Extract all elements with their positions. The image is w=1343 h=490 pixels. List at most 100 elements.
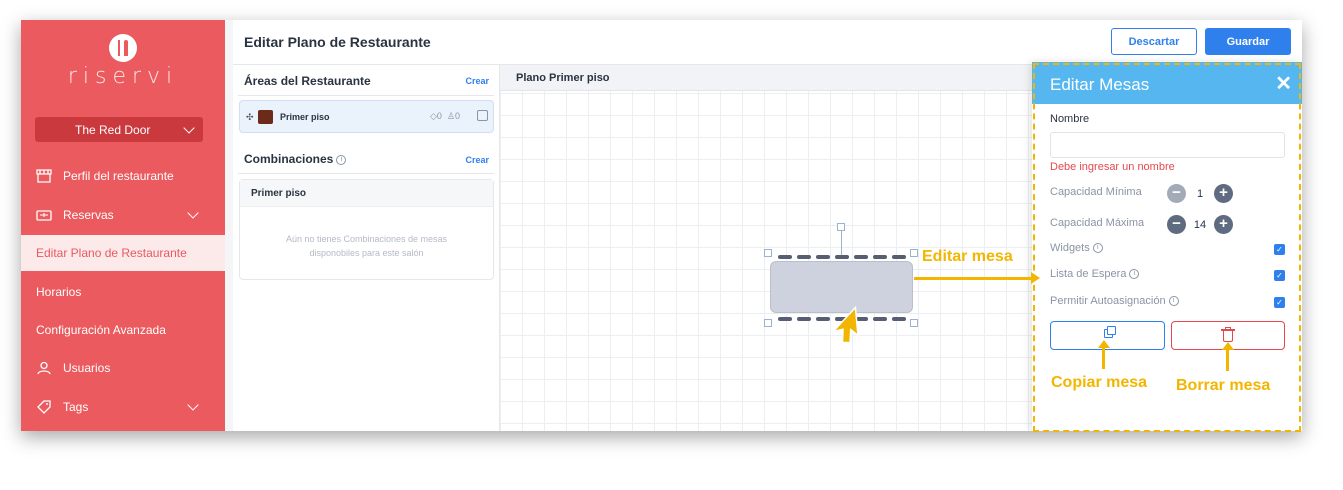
- combinations-empty-text: Aún no tienes Combinaciones de mesas dis…: [285, 234, 448, 258]
- waitlist-label-text: Lista de Espera: [1050, 268, 1127, 280]
- increment-button[interactable]: +: [1214, 215, 1233, 234]
- resize-handle[interactable]: [764, 319, 772, 327]
- widgets-label-text: Widgets: [1050, 242, 1090, 254]
- sidebar-item-schedules[interactable]: Horarios: [21, 274, 225, 310]
- name-error: Debe ingresar un nombre: [1050, 161, 1175, 173]
- sidebar-item-label: Horarios: [36, 285, 82, 299]
- sidebar: riservi The Red Door Perfil del restaura…: [21, 20, 225, 431]
- chevron-down-icon: [187, 207, 199, 219]
- autoassign-label-text: Permitir Autoasignación: [1050, 295, 1166, 307]
- table-count-icon: ◇: [430, 111, 437, 121]
- max-capacity-value: 14: [1193, 218, 1207, 231]
- annotation-edit-table: Editar mesa: [922, 248, 1013, 265]
- edit-panel-title: Editar Mesas: [1050, 75, 1150, 94]
- min-capacity-stepper: − 1 +: [1167, 184, 1233, 203]
- chair: [892, 255, 906, 259]
- area-name: Primer piso: [280, 112, 330, 122]
- sidebar-item-label: Perfil del restaurante: [63, 169, 174, 183]
- page-title: Editar Plano de Restaurante: [244, 34, 431, 50]
- chair: [835, 255, 849, 259]
- combinations-box-title: Primer piso: [251, 188, 307, 199]
- annotation-delete-table: Borrar mesa: [1176, 377, 1271, 394]
- widgets-checkbox[interactable]: ✓: [1274, 244, 1285, 255]
- sidebar-item-label: Tags: [63, 400, 89, 414]
- chair: [816, 255, 830, 259]
- areas-title: Áreas del Restaurante: [244, 74, 371, 88]
- area-thumbnail: [258, 110, 273, 124]
- seat-count: 0: [455, 111, 461, 121]
- areas-panel: Áreas del Restaurante Crear ✣ Primer pis…: [233, 65, 500, 431]
- logo-text: riservi: [67, 64, 179, 89]
- autoassign-checkbox[interactable]: ✓: [1274, 297, 1285, 308]
- max-capacity-stepper: − 14 +: [1167, 215, 1233, 234]
- close-icon[interactable]: ✕: [1275, 71, 1292, 96]
- waitlist-checkbox[interactable]: ✓: [1274, 270, 1285, 281]
- info-icon[interactable]: i: [1168, 296, 1179, 307]
- seat-count-icon: ♙: [444, 111, 456, 121]
- sidebar-item-label: Reservas: [63, 208, 114, 222]
- restaurant-select[interactable]: The Red Door: [35, 117, 203, 142]
- decrement-button[interactable]: −: [1167, 215, 1186, 234]
- combinations-box: Primer piso Aún no tienes Combinaciones …: [239, 179, 494, 280]
- storefront-icon: [36, 169, 52, 183]
- resize-handle[interactable]: [910, 319, 918, 327]
- chair: [778, 255, 792, 259]
- annotation-arrow-head: [1031, 272, 1040, 284]
- max-capacity-label: Capacidad Máxima: [1050, 217, 1145, 229]
- copy-icon: [1107, 326, 1116, 335]
- min-capacity-label: Capacidad Mínima: [1050, 186, 1142, 198]
- info-icon[interactable]: i: [1092, 243, 1103, 254]
- page-header: Editar Plano de Restaurante Descartar Gu…: [233, 20, 1302, 65]
- rotate-handle[interactable]: [837, 223, 845, 231]
- autoassign-label: Permitir Autoasignación i: [1050, 295, 1179, 307]
- chair: [892, 317, 906, 321]
- canvas-title: Plano Primer piso: [516, 72, 610, 84]
- chair: [854, 255, 868, 259]
- sidebar-item-label: Usuarios: [63, 361, 111, 375]
- combinations-title: Combinaciones i: [244, 152, 347, 166]
- sidebar-item-label: Editar Plano de Restaurante: [36, 246, 187, 260]
- sidebar-item-tags[interactable]: Tags: [21, 389, 225, 425]
- name-label: Nombre: [1050, 113, 1090, 125]
- info-icon[interactable]: i: [1129, 269, 1140, 280]
- app-window: riservi The Red Door Perfil del restaura…: [21, 20, 1302, 431]
- annotation-arrow: [1226, 349, 1229, 371]
- info-icon[interactable]: i: [336, 154, 347, 165]
- combinations-box-header: Primer piso: [240, 180, 493, 207]
- sidebar-item-users[interactable]: Usuarios: [21, 350, 225, 386]
- resize-handle[interactable]: [764, 249, 772, 257]
- divider: [238, 173, 494, 174]
- decrement-button[interactable]: −: [1167, 184, 1186, 203]
- waitlist-label: Lista de Espera i: [1050, 268, 1140, 280]
- chair: [797, 255, 811, 259]
- user-icon: [37, 361, 51, 375]
- sidebar-item-edit-floor-plan[interactable]: Editar Plano de Restaurante: [21, 235, 225, 271]
- edit-area-icon[interactable]: [477, 110, 488, 121]
- area-item[interactable]: ✣ Primer piso ◇0 ♙0: [239, 100, 494, 133]
- annotation-copy-table: Copiar mesa: [1051, 374, 1148, 391]
- area-stats: ◇0 ♙0: [430, 111, 460, 122]
- combinations-title-text: Combinaciones: [244, 152, 334, 166]
- sidebar-item-reservations[interactable]: Reservas: [21, 197, 225, 233]
- discard-button[interactable]: Descartar: [1111, 28, 1197, 55]
- drag-handle-icon[interactable]: ✣: [246, 112, 254, 123]
- create-combination-link[interactable]: Crear: [465, 155, 489, 165]
- ticket-icon: [36, 210, 52, 221]
- table-count: 0: [436, 111, 442, 121]
- resize-handle[interactable]: [910, 249, 918, 257]
- increment-button[interactable]: +: [1214, 184, 1233, 203]
- widgets-label: Widgets i: [1050, 242, 1103, 254]
- chevron-down-icon: [183, 122, 195, 134]
- create-area-link[interactable]: Crear: [465, 76, 489, 86]
- min-capacity-value: 1: [1196, 187, 1204, 200]
- save-button[interactable]: Guardar: [1205, 28, 1291, 55]
- sidebar-item-profile[interactable]: Perfil del restaurante: [21, 158, 225, 194]
- chevron-down-icon: [187, 399, 199, 411]
- sidebar-item-advanced-settings[interactable]: Configuración Avanzada: [21, 312, 225, 348]
- logo-icon: [109, 34, 137, 62]
- cursor-icon: [831, 305, 859, 344]
- tag-icon: [37, 400, 51, 414]
- edit-panel-header: Editar Mesas ✕: [1032, 62, 1302, 104]
- chair: [873, 317, 887, 321]
- name-field[interactable]: [1050, 132, 1285, 158]
